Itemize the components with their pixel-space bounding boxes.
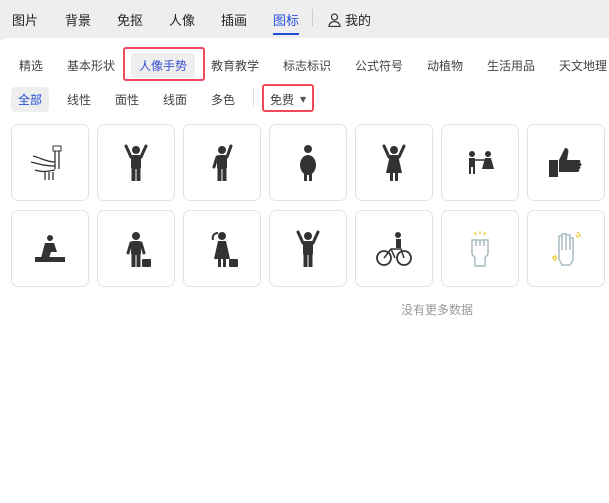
icon-card[interactable]: [527, 210, 605, 287]
divider: [312, 9, 313, 26]
woman-standing-icon: [300, 144, 316, 181]
nav-backgrounds[interactable]: 背景: [65, 10, 91, 29]
person-arms-up-icon: [124, 144, 148, 181]
girl-briefcase-icon: [211, 231, 238, 267]
nav-mine-label: 我的: [345, 14, 372, 29]
raised-fist-icon: [471, 230, 489, 267]
category-animals-plants[interactable]: 动植物: [427, 57, 463, 74]
divider: [253, 88, 254, 106]
category-people-gestures[interactable]: 人像手势: [131, 53, 196, 78]
style-linear[interactable]: 线性: [67, 91, 91, 108]
person-cheering-icon: [296, 230, 320, 267]
nav-cutouts[interactable]: 免抠: [117, 10, 143, 29]
category-education[interactable]: 教育教学: [211, 57, 259, 74]
icon-card[interactable]: [269, 124, 347, 201]
man-briefcase-icon: [126, 231, 151, 267]
caret-down-icon: ▼: [300, 95, 307, 104]
no-more-data: 没有更多数据: [401, 303, 474, 317]
style-line-fill[interactable]: 线面: [163, 91, 187, 108]
category-signs[interactable]: 标志标识: [283, 57, 331, 74]
woman-arms-up-icon: [382, 144, 406, 181]
category-formulas[interactable]: 公式符号: [355, 57, 403, 74]
nav-icons[interactable]: 图标: [273, 10, 300, 35]
nav-portraits[interactable]: 人像: [169, 10, 195, 29]
person-waving-icon: [212, 144, 233, 181]
category-basic-shapes[interactable]: 基本形状: [67, 57, 115, 74]
icon-card[interactable]: [97, 124, 175, 201]
style-filled[interactable]: 面性: [115, 91, 139, 108]
icon-card[interactable]: [183, 124, 261, 201]
thumbs-up-icon: [549, 147, 582, 177]
icon-card[interactable]: [355, 210, 433, 287]
category-featured[interactable]: 精选: [19, 57, 43, 74]
hand-washing-icon: [30, 145, 62, 180]
icon-card[interactable]: [527, 124, 605, 201]
nav-illustrations[interactable]: 插画: [221, 10, 247, 29]
icon-card[interactable]: [11, 124, 89, 201]
category-astronomy-geography[interactable]: 天文地理: [559, 57, 607, 74]
waving-hand-icon: [552, 230, 581, 266]
icon-card[interactable]: [441, 124, 519, 201]
icon-card[interactable]: [269, 210, 347, 287]
style-multicolor[interactable]: 多色: [211, 91, 235, 108]
boy-girl-icon: [469, 150, 494, 174]
person-meditating-icon: [35, 234, 65, 262]
cyclist-icon: [376, 231, 412, 266]
icon-card[interactable]: [441, 210, 519, 287]
nav-mine[interactable]: 我的: [328, 10, 371, 29]
icon-card[interactable]: [97, 210, 175, 287]
icon-card[interactable]: [183, 210, 261, 287]
icon-card[interactable]: [11, 210, 89, 287]
category-daily-items[interactable]: 生活用品: [487, 57, 535, 74]
style-all[interactable]: 全部: [11, 87, 50, 112]
user-icon: [328, 12, 341, 27]
price-dropdown-value: 免费: [270, 93, 295, 107]
top-nav-bar: 图片 背景 免抠 人像 插画 图标 我的: [0, 0, 609, 40]
price-dropdown[interactable]: 免费 ▼: [270, 91, 306, 108]
icon-card[interactable]: [355, 124, 433, 201]
nav-images[interactable]: 图片: [12, 10, 38, 29]
